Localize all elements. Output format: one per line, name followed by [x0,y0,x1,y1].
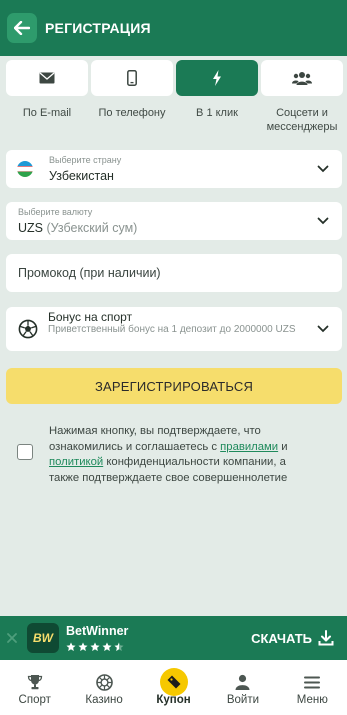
bonus-title: Бонус на спорт [48,310,133,324]
tab-phone[interactable]: По телефону [91,60,173,134]
registration-tabs: По E-mail По телефону В 1 клик Соцсети и… [6,60,343,134]
register-button[interactable]: ЗАРЕГИСТРИРОВАТЬСЯ [6,368,342,404]
registration-content: По E-mail По телефону В 1 клик Соцсети и… [0,56,347,616]
tab-email[interactable]: По E-mail [6,60,88,134]
star-icon [78,642,88,651]
bonus-description: Приветственный бонус на 1 депозит до 200… [48,324,296,335]
nav-sport-label: Спорт [18,694,51,706]
tab-social[interactable]: Соцсети и мессенджеры [261,60,343,134]
back-button[interactable] [7,13,37,43]
coupon-icon [167,675,181,689]
roulette-icon [95,673,113,691]
tab-phone-label: По телефону [98,107,166,119]
agreement-text-part: и [278,440,288,453]
coupon-badge [159,668,188,696]
tab-email-label: По E-mail [22,107,72,119]
agreement-text: Нажимая кнопку, вы подтверждаете, что оз… [49,424,307,486]
currency-label: Выберите валюту [18,207,93,217]
star-icon [66,642,76,651]
app-header: РЕГИСТРАЦИЯ [0,0,347,56]
betwinner-logo: BW [27,623,59,653]
app-download-banner: BW BetWinner СКАЧАТЬ [0,616,347,660]
download-button[interactable]: СКАЧАТЬ [251,630,334,646]
nav-casino-label: Казино [85,694,123,706]
country-value: Узбекистан [49,169,114,183]
country-select[interactable]: Выберите страну Узбекистан [6,150,342,188]
chevron-down-icon [317,217,329,225]
phone-icon [127,70,137,86]
nav-casino[interactable]: Казино [69,660,138,715]
tab-one-click-label: В 1 клик [196,107,238,119]
nav-login[interactable]: Войти [208,660,277,715]
uzbekistan-flag-icon [17,161,33,177]
user-icon [235,674,250,690]
trophy-icon [27,675,42,690]
rules-link[interactable]: правилами [220,441,278,453]
nav-coupon[interactable]: Купон [139,660,208,715]
page-title: РЕГИСТРАЦИЯ [45,20,151,36]
currency-code: UZS [18,221,43,235]
bottom-navigation: Спорт Казино Купон Войти Меню [0,660,347,715]
nav-menu-label: Меню [296,694,328,706]
arrow-left-icon [14,21,30,35]
tab-social-label: Соцсети и мессенджеры [266,107,338,133]
promo-code-input[interactable] [18,254,318,292]
users-icon [292,72,312,85]
currency-name: (Узбекский сум) [46,221,138,235]
star-icon [90,642,100,651]
download-label: СКАЧАТЬ [251,630,312,646]
currency-value: UZS (Узбекский сум) [18,221,137,235]
download-icon [318,630,334,646]
privacy-policy-link[interactable]: политикой [49,456,103,468]
soccer-ball-icon [18,319,38,339]
close-icon[interactable] [5,631,19,645]
lightning-icon [213,70,221,86]
menu-icon [304,676,321,688]
agreement-checkbox[interactable] [17,444,33,460]
nav-menu[interactable]: Меню [278,660,347,715]
promo-code-field [6,254,342,292]
rating-stars [66,642,124,652]
envelope-icon [39,72,55,84]
country-label: Выберите страну [49,155,122,165]
chevron-down-icon [317,165,329,173]
currency-select[interactable]: Выберите валюту UZS (Узбекский сум) [6,202,342,240]
chevron-down-icon [317,325,329,333]
nav-sport[interactable]: Спорт [0,660,69,715]
app-name: BetWinner [66,624,129,638]
star-icon [102,642,112,651]
tab-one-click[interactable]: В 1 клик [176,60,258,134]
bonus-select[interactable]: Бонус на спорт Приветственный бонус на 1… [6,307,342,351]
nav-login-label: Войти [226,694,260,706]
star-icon [114,642,124,651]
